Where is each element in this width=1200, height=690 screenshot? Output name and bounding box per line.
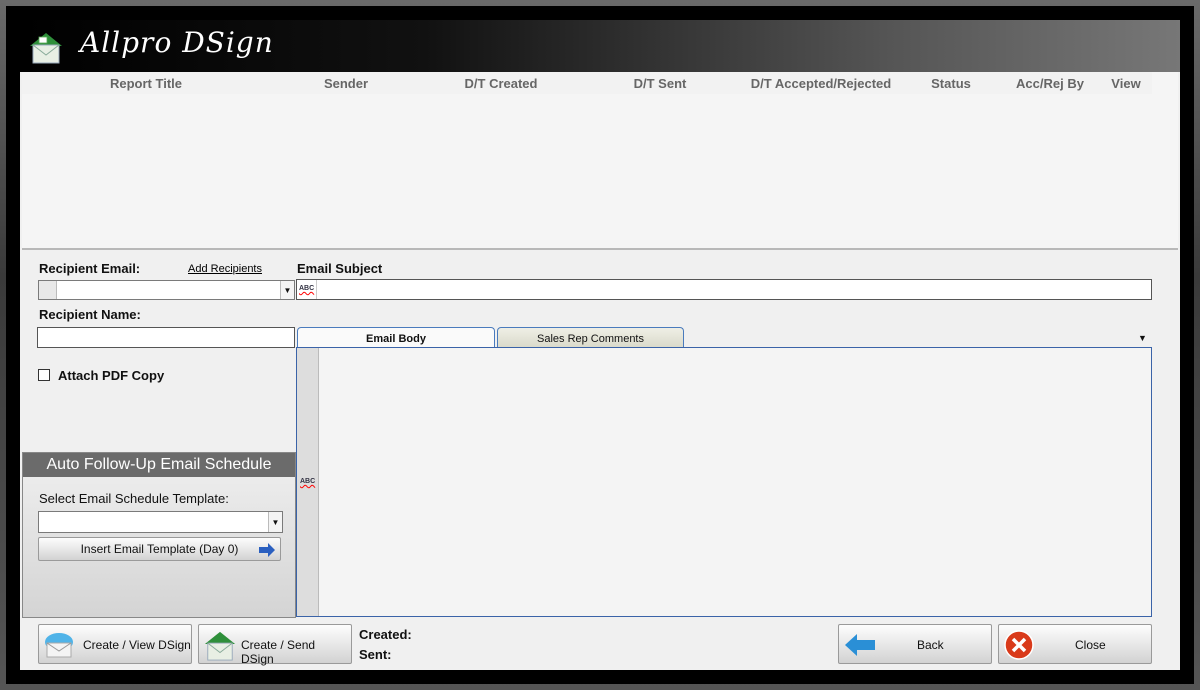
email-subject-input[interactable]: ABC — [296, 279, 1152, 300]
combo-left-cap — [39, 281, 57, 299]
spellcheck-icon[interactable]: ABC — [300, 478, 315, 485]
house-envelope-icon — [28, 30, 64, 64]
sent-label: Sent: — [359, 647, 392, 662]
tab-overflow-icon[interactable]: ▼ — [1138, 333, 1147, 343]
back-button[interactable]: Back — [838, 624, 992, 664]
create-view-label: Create / View DSign — [83, 638, 191, 652]
col-acc-rej-by[interactable]: Acc/Rej By — [1016, 76, 1084, 91]
recipient-email-label: Recipient Email: — [39, 261, 141, 276]
attach-pdf-checkbox[interactable] — [38, 369, 50, 381]
col-report-title[interactable]: Report Title — [110, 76, 182, 91]
created-label: Created: — [359, 627, 412, 642]
spellcheck-icon[interactable]: ABC — [299, 285, 314, 292]
recipient-email-combo[interactable]: ▼ — [38, 280, 295, 300]
insert-email-template-button[interactable]: Insert Email Template (Day 0) — [38, 537, 281, 561]
arrow-right-icon — [259, 543, 275, 560]
app-title: Allpro DSign — [80, 26, 274, 59]
attach-pdf-label: Attach PDF Copy — [58, 368, 165, 383]
create-send-dsign-button[interactable]: Create / Send DSign — [198, 624, 352, 666]
tab-label: Email Body — [366, 332, 426, 345]
tab-sales-rep-comments[interactable]: Sales Rep Comments — [497, 327, 684, 349]
schedule-select-label: Select Email Schedule Template: — [39, 491, 229, 506]
email-subject-label: Email Subject — [297, 261, 383, 276]
col-view[interactable]: View — [1111, 76, 1140, 91]
email-body-editor[interactable]: ABC — [296, 347, 1152, 617]
col-dt-accepted-rejected[interactable]: D/T Accepted/Rejected — [751, 76, 891, 91]
create-send-label: Create / Send DSign — [241, 638, 316, 666]
title-bar: Allpro DSign — [20, 20, 1180, 72]
follow-up-schedule-panel: Auto Follow-Up Email Schedule Select Ema… — [22, 452, 296, 618]
col-dt-created[interactable]: D/T Created — [465, 76, 538, 91]
divider — [316, 280, 317, 299]
back-label: Back — [917, 638, 944, 652]
chevron-down-icon[interactable]: ▼ — [280, 281, 294, 299]
close-circle-icon — [1004, 630, 1034, 663]
chevron-down-icon[interactable]: ▼ — [268, 512, 282, 532]
col-status[interactable]: Status — [931, 76, 971, 91]
tab-label: Sales Rep Comments — [537, 332, 644, 345]
reports-grid[interactable]: Report Title Sender D/T Created D/T Sent… — [22, 72, 1178, 250]
recipient-name-input[interactable] — [37, 327, 295, 348]
insert-button-label: Insert Email Template (Day 0) — [80, 542, 239, 556]
arrow-left-icon — [845, 633, 875, 660]
col-dt-sent[interactable]: D/T Sent — [634, 76, 687, 91]
schedule-template-select[interactable]: ▼ — [38, 511, 283, 533]
col-sender[interactable]: Sender — [324, 76, 368, 91]
house-envelope-icon — [203, 629, 237, 664]
grid-header: Report Title Sender D/T Created D/T Sent… — [22, 72, 1152, 94]
add-recipients-link[interactable]: Add Recipients — [188, 263, 262, 275]
editor-gutter: ABC — [297, 348, 319, 616]
close-label: Close — [1075, 638, 1106, 652]
tab-email-body[interactable]: Email Body — [297, 327, 495, 349]
recipient-name-label: Recipient Name: — [39, 307, 141, 322]
schedule-header: Auto Follow-Up Email Schedule — [23, 453, 295, 477]
app-window: Allpro DSign Report Title Sender D/T Cre… — [20, 20, 1180, 670]
close-button[interactable]: Close — [998, 624, 1152, 664]
create-view-dsign-button[interactable]: Create / View DSign — [38, 624, 192, 664]
envelope-icon — [43, 631, 75, 662]
